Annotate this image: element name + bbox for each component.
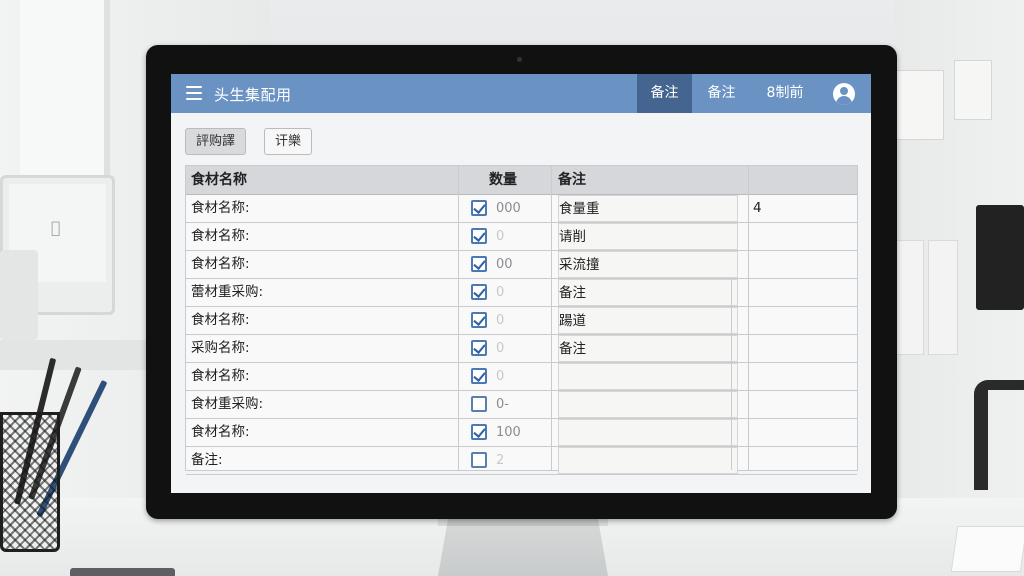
extra-value <box>753 391 843 418</box>
column-header-qty[interactable]: 数量 <box>489 166 517 195</box>
quantity-value: 2 <box>496 453 505 468</box>
extra-value <box>753 223 843 250</box>
checkbox-checked[interactable] <box>471 284 487 300</box>
background-shelf <box>0 340 150 370</box>
ingredient-name: 食材名称: <box>191 368 250 384</box>
quantity-value: 0 <box>496 369 505 384</box>
background-notes <box>894 60 1004 170</box>
column-divider <box>748 166 749 470</box>
app-title: 头生集配用 <box>214 86 292 104</box>
monitor-stand <box>438 518 608 576</box>
extra-value <box>753 251 843 278</box>
app-screen: 头生集配用 备注 备注 8制前 評购譯 讦樂 食材名称 数量 备注 食材名称: 0… <box>171 74 871 493</box>
checkbox-checked[interactable] <box>471 368 487 384</box>
hamburger-menu-icon[interactable] <box>186 86 202 100</box>
table-row[interactable]: 蕾材重采购: 0 备注 <box>186 279 857 307</box>
quantity-value: 0 <box>496 313 505 328</box>
primary-action-button[interactable]: 評购譯 <box>185 128 247 155</box>
app-header: 头生集配用 备注 备注 8制前 <box>171 74 871 113</box>
note-value <box>558 419 738 446</box>
extra-value <box>753 335 843 362</box>
ingredient-name: 采购名称: <box>191 340 250 356</box>
checkbox-unchecked[interactable] <box>471 396 487 412</box>
extra-value: 4 <box>753 200 762 216</box>
table-row[interactable]: 食材重采购: 0- <box>186 391 857 419</box>
extra-value <box>753 363 843 390</box>
apple-logo-icon:  <box>51 218 61 237</box>
quantity-value: 0- <box>496 397 509 412</box>
checkbox-checked[interactable] <box>471 200 487 216</box>
checkbox-checked[interactable] <box>471 312 487 328</box>
extra-value <box>753 447 843 474</box>
checkbox-checked[interactable] <box>471 340 487 356</box>
ingredient-name: 食材重采购: <box>191 396 264 412</box>
ingredients-table: 食材名称 数量 备注 食材名称: 000 食量重 4 食材名称: 0 请削 食材名称: 00 采流… <box>185 165 858 475</box>
checkbox-checked[interactable] <box>471 256 487 272</box>
phone <box>70 568 175 576</box>
quantity-value: 0 <box>496 341 505 356</box>
secondary-action-button[interactable]: 讦樂 <box>264 128 313 155</box>
checkbox-checked[interactable] <box>471 228 487 244</box>
pencil-cup <box>0 357 108 552</box>
ingredient-name: 食材名称: <box>191 200 250 216</box>
extra-value <box>753 419 843 446</box>
table-row[interactable]: 采购名称: 0 备注 <box>186 335 857 363</box>
note-value <box>558 363 738 390</box>
extra-value <box>753 307 843 334</box>
column-header-name[interactable]: 食材名称 <box>191 166 247 195</box>
background-monitor <box>976 205 1024 310</box>
quantity-value: 00 <box>496 257 513 272</box>
note-value: 踼道 <box>558 307 738 334</box>
background-chair <box>974 380 1024 490</box>
user-avatar-icon[interactable] <box>833 83 855 105</box>
extra-value <box>753 279 843 306</box>
ingredient-name: 备注: <box>191 452 223 468</box>
table-row[interactable]: 食材名称: 000 食量重 4 <box>186 195 857 223</box>
background-speaker <box>0 250 38 340</box>
ingredient-name: 食材名称: <box>191 312 250 328</box>
checkbox-unchecked[interactable] <box>471 452 487 468</box>
note-value: 采流撞 <box>558 251 738 278</box>
column-divider <box>551 166 552 470</box>
table-row[interactable]: 食材名称: 0 踼道 <box>186 307 857 335</box>
background-binders <box>894 240 964 355</box>
table-row[interactable]: 食材名称: 0 <box>186 363 857 391</box>
note-value: 请削 <box>558 223 738 250</box>
note-value: 备注 <box>558 279 738 306</box>
note-value <box>558 447 738 474</box>
table-row[interactable]: 备注: 2 <box>186 447 857 475</box>
nav-tab-1[interactable]: 备注 <box>637 74 692 113</box>
quantity-value: 0 <box>496 285 505 300</box>
quantity-value: 0 <box>496 229 505 244</box>
nav-tab-3[interactable]: 8制前 <box>755 74 815 113</box>
quantity-value: 000 <box>496 201 521 216</box>
background-window <box>20 0 110 190</box>
column-divider <box>731 278 732 470</box>
table-row[interactable]: 食材名称: 100 <box>186 419 857 447</box>
ingredient-name: 食材名称: <box>191 228 250 244</box>
note-value: 食量重 <box>558 195 738 222</box>
ingredient-name: 蕾材重采购: <box>191 284 264 300</box>
column-divider <box>458 166 459 470</box>
quantity-value: 100 <box>496 425 521 440</box>
note-value <box>558 391 738 418</box>
ingredient-name: 食材名称: <box>191 424 250 440</box>
column-header-note[interactable]: 备注 <box>558 166 586 195</box>
camera-icon <box>517 57 522 62</box>
table-row[interactable]: 食材名称: 00 采流撞 <box>186 251 857 279</box>
notebook <box>950 526 1024 572</box>
nav-tab-2[interactable]: 备注 <box>694 74 749 113</box>
checkbox-checked[interactable] <box>471 424 487 440</box>
table-header: 食材名称 数量 备注 <box>186 166 857 195</box>
note-value: 备注 <box>558 335 738 362</box>
ingredient-name: 食材名称: <box>191 256 250 272</box>
table-row[interactable]: 食材名称: 0 请削 <box>186 223 857 251</box>
